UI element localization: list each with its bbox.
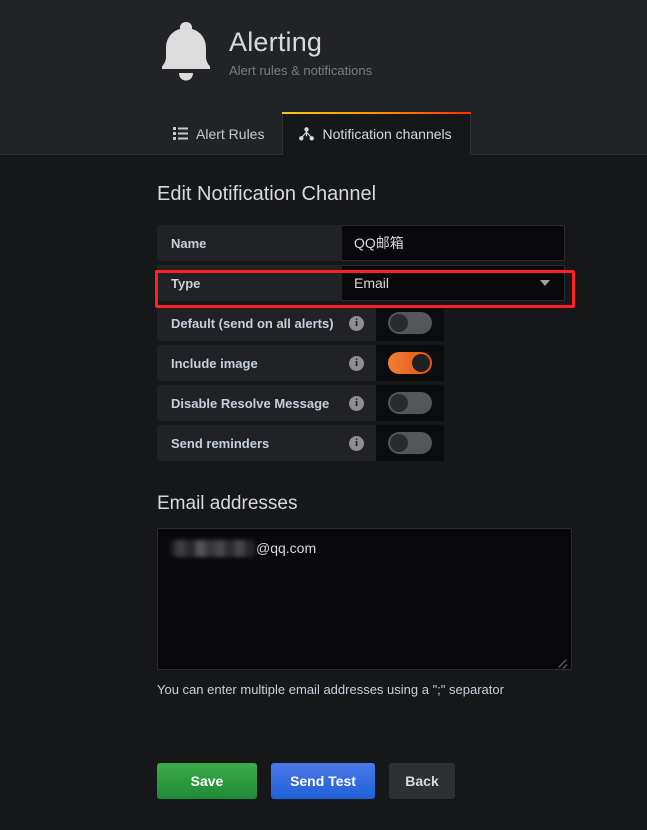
email-domain: @qq.com — [256, 540, 317, 556]
email-addresses-textarea[interactable]: @qq.com — [157, 528, 572, 670]
chevron-down-icon — [540, 280, 550, 286]
save-button[interactable]: Save — [157, 763, 257, 799]
send-reminders-switch-cell — [376, 425, 444, 461]
tab-alert-rules-label: Alert Rules — [196, 125, 265, 142]
toggle-knob — [390, 394, 408, 412]
type-select-value: Email — [354, 275, 390, 291]
switch-row-include-image: Include image i — [157, 345, 444, 381]
info-icon[interactable]: i — [349, 435, 364, 451]
page-subtitle: Alert rules & notifications — [229, 63, 373, 78]
switch-row-disable-resolve: Disable Resolve Message i — [157, 385, 444, 421]
disable-resolve-label-cell: Disable Resolve Message i — [157, 385, 376, 421]
switch-row-default: Default (send on all alerts) i — [157, 305, 444, 341]
tab-bar: Alert Rules Notification channels — [0, 112, 647, 155]
form-fields: Name QQ邮箱 Type Email — [157, 225, 565, 301]
disable-resolve-toggle[interactable] — [388, 392, 432, 414]
email-value-line: @qq.com — [170, 538, 559, 558]
email-addresses-section: Email addresses @qq.com You can enter mu… — [157, 493, 572, 699]
tab-notification-channels[interactable]: Notification channels — [282, 112, 471, 155]
share-alt-icon — [299, 126, 315, 141]
type-label: Type — [157, 265, 342, 301]
back-button[interactable]: Back — [389, 763, 455, 799]
toggle-knob — [390, 434, 408, 452]
bell-icon — [157, 16, 215, 84]
disable-resolve-label: Disable Resolve Message — [171, 395, 330, 411]
default-label-cell: Default (send on all alerts) i — [157, 305, 376, 341]
name-label: Name — [157, 225, 342, 261]
list-ul-icon — [173, 127, 188, 140]
switch-rows: Default (send on all alerts) i Include i… — [157, 305, 444, 461]
include-image-label: Include image — [171, 355, 258, 371]
send-test-button[interactable]: Send Test — [271, 763, 375, 799]
name-input[interactable]: QQ邮箱 — [342, 225, 565, 261]
header-inner: Alerting Alert rules & notifications — [157, 16, 372, 84]
button-bar: Save Send Test Back — [157, 763, 647, 799]
email-addresses-heading: Email addresses — [157, 493, 298, 514]
send-reminders-label-cell: Send reminders i — [157, 425, 376, 461]
info-icon[interactable]: i — [349, 355, 364, 371]
tab-alert-rules[interactable]: Alert Rules — [157, 112, 282, 155]
include-image-label-cell: Include image i — [157, 345, 376, 381]
main-content: Edit Notification Channel Name QQ邮箱 Type… — [0, 155, 647, 799]
field-row-name: Name QQ邮箱 — [157, 225, 565, 261]
tab-notification-channels-label: Notification channels — [322, 125, 452, 142]
page-header: Alerting Alert rules & notifications Ale… — [0, 0, 647, 155]
default-switch-cell — [376, 305, 444, 341]
send-reminders-label: Send reminders — [171, 435, 270, 451]
send-reminders-toggle[interactable] — [388, 432, 432, 454]
toggle-knob — [412, 354, 430, 372]
include-image-toggle[interactable] — [388, 352, 432, 374]
page-title: Alerting — [229, 27, 323, 57]
info-icon[interactable]: i — [349, 315, 364, 331]
redacted-email-prefix — [170, 539, 255, 557]
type-select[interactable]: Email — [342, 265, 565, 301]
include-image-switch-cell — [376, 345, 444, 381]
textarea-resize-handle[interactable] — [556, 655, 568, 667]
header-text: Alerting Alert rules & notifications — [229, 16, 372, 79]
field-row-type: Type Email — [157, 265, 565, 301]
email-help-text: You can enter multiple email addresses u… — [157, 682, 504, 697]
default-toggle[interactable] — [388, 312, 432, 334]
section-title: Edit Notification Channel — [157, 183, 377, 205]
info-icon[interactable]: i — [349, 395, 364, 411]
default-label: Default (send on all alerts) — [171, 315, 334, 331]
switch-row-send-reminders: Send reminders i — [157, 425, 444, 461]
toggle-knob — [390, 314, 408, 332]
disable-resolve-switch-cell — [376, 385, 444, 421]
